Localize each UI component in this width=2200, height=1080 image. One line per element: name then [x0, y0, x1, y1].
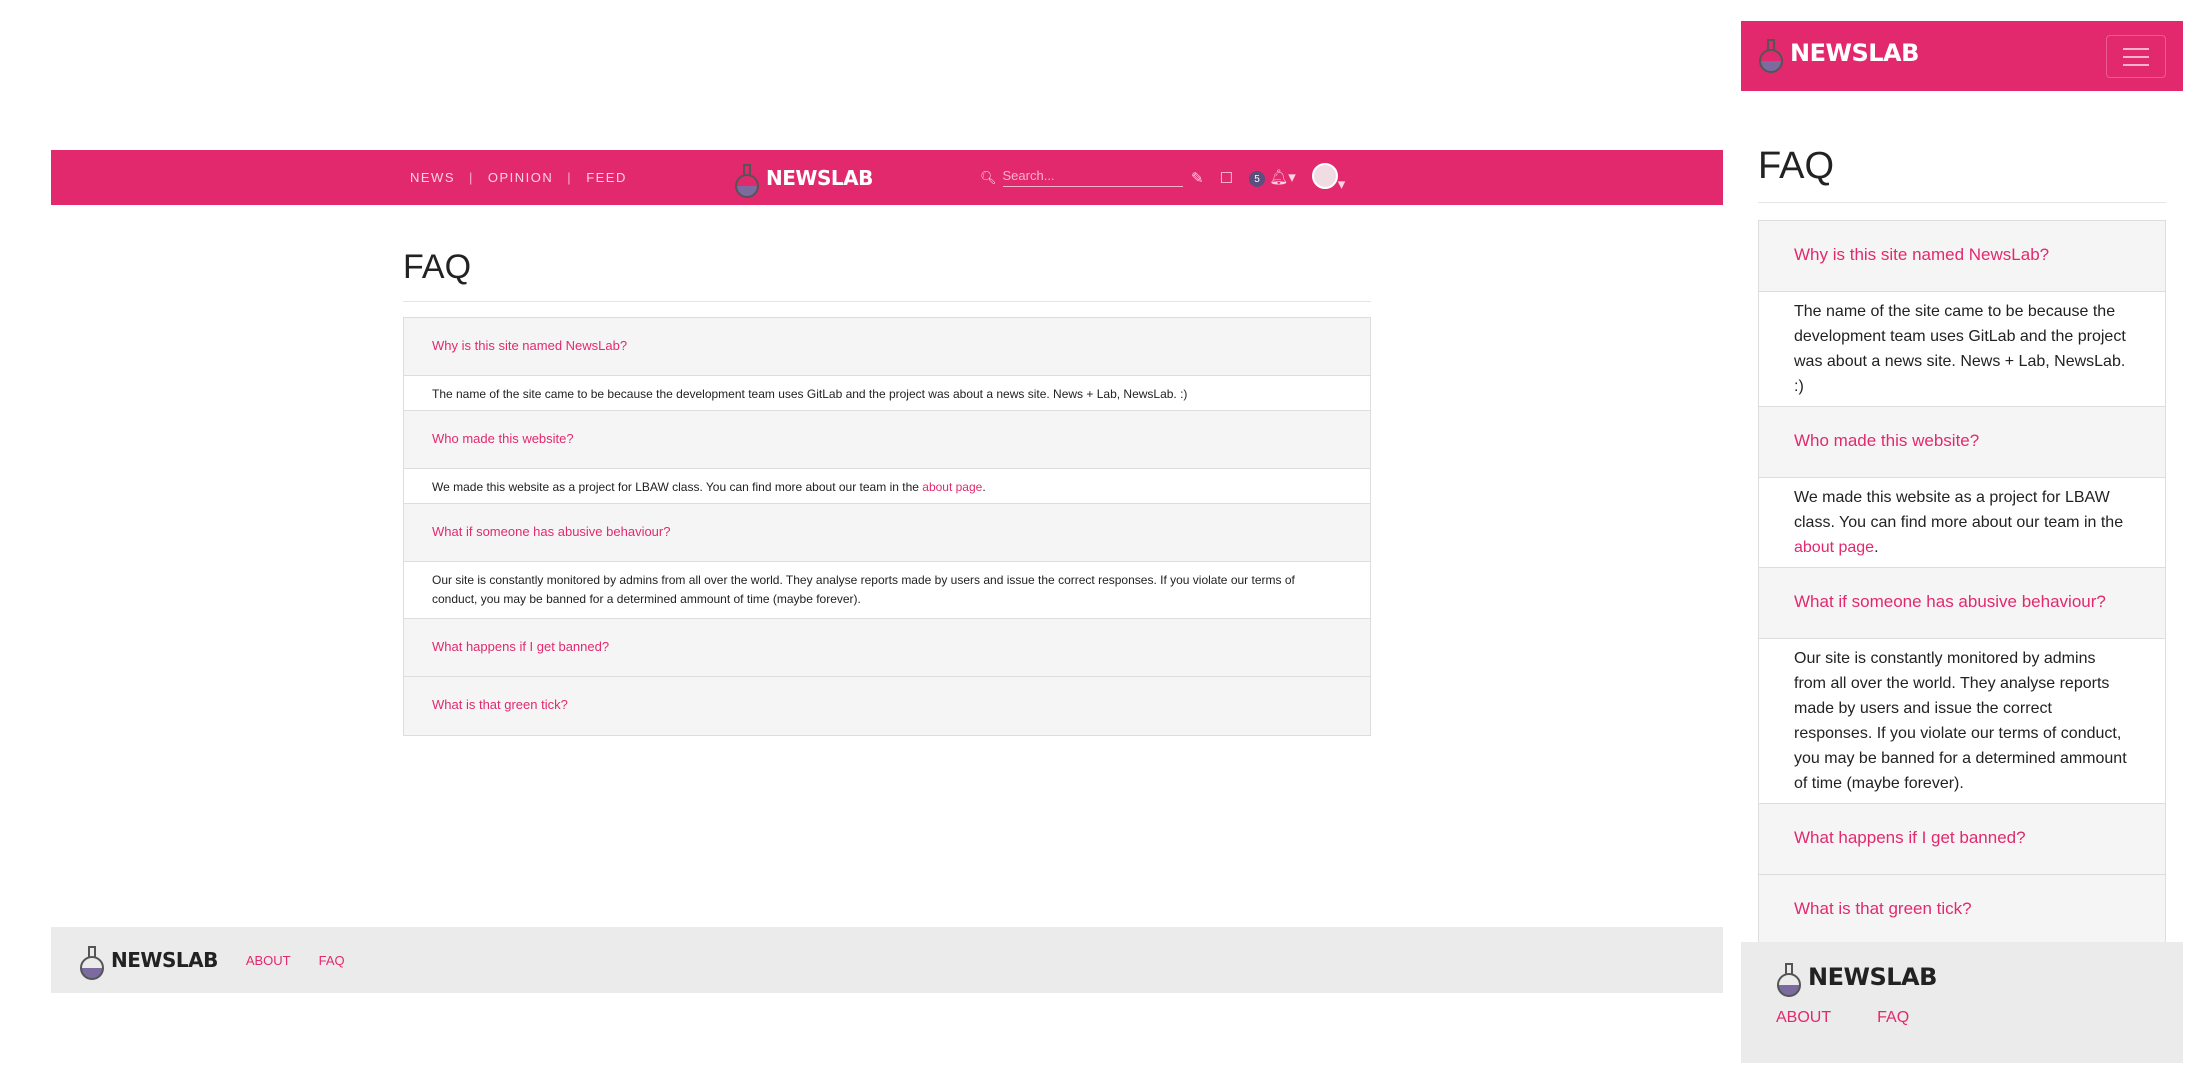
faq-question[interactable]: What is that green tick?: [1759, 875, 2165, 946]
faq-answer: The name of the site came to be because …: [404, 376, 1370, 411]
edit-icon[interactable]: ✎: [1191, 169, 1204, 187]
faq-answer: Our site is constantly monitored by admi…: [1759, 639, 2165, 804]
nav-news[interactable]: NEWS: [410, 170, 455, 185]
mobile-navbar: NEWSLAB: [1741, 21, 2183, 91]
avatar: [1311, 162, 1338, 189]
faq-answer: We made this website as a project for LB…: [404, 469, 1370, 504]
notification-badge: 5: [1249, 171, 1266, 188]
search-icon: 🔍︎: [980, 169, 997, 185]
footer-about-link[interactable]: ABOUT: [1776, 1009, 1831, 1027]
main-content: FAQ Why is this site named NewsLab? The …: [403, 248, 1371, 736]
flask-icon: [79, 940, 105, 980]
mobile-footer: NEWSLAB ABOUT FAQ: [1741, 942, 2183, 1063]
footer-faq-link[interactable]: FAQ: [1877, 1009, 1909, 1027]
page-title: FAQ: [1758, 145, 2166, 203]
logo[interactable]: NEWSLAB: [1758, 33, 1919, 73]
about-page-link[interactable]: about page: [922, 480, 982, 494]
navbar: NEWS | OPINION | FEED NEWSLAB 🔍︎ Search...…: [51, 150, 1723, 205]
logo[interactable]: NEWSLAB: [734, 158, 873, 198]
faq-question[interactable]: Why is this site named NewsLab?: [1759, 221, 2165, 292]
flask-icon: [734, 158, 760, 198]
faq-answer: We made this website as a project for LB…: [1759, 478, 2165, 568]
faq-question[interactable]: Why is this site named NewsLab?: [404, 318, 1370, 376]
faq-answer: The name of the site came to be because …: [1759, 292, 2165, 407]
mobile-main-content: FAQ Why is this site named NewsLab? The …: [1758, 145, 2166, 947]
bookmark-icon[interactable]: ☐: [1220, 169, 1233, 187]
faq-question[interactable]: What is that green tick?: [404, 677, 1370, 735]
faq-question[interactable]: Who made this website?: [1759, 407, 2165, 478]
flask-icon: [1776, 957, 1802, 997]
faq-question[interactable]: What happens if I get banned?: [1759, 804, 2165, 875]
search-input[interactable]: Search...: [1002, 168, 1183, 187]
footer-logo[interactable]: NEWSLAB: [1776, 957, 2148, 997]
flask-icon: [1758, 33, 1784, 73]
faq-question[interactable]: Who made this website?: [404, 411, 1370, 469]
faq-accordion: Why is this site named NewsLab? The name…: [403, 317, 1371, 736]
bell-icon: 🔔︎: [1269, 168, 1289, 186]
notifications-button[interactable]: 5 🔔︎▾: [1249, 168, 1296, 188]
nav-feed[interactable]: FEED: [586, 170, 627, 185]
footer-logo[interactable]: NEWSLAB: [79, 940, 218, 980]
faq-answer: Our site is constantly monitored by admi…: [404, 562, 1370, 619]
nav-opinion[interactable]: OPINION: [488, 170, 553, 185]
faq-accordion: Why is this site named NewsLab? The name…: [1758, 220, 2166, 947]
hamburger-menu-button[interactable]: [2106, 35, 2166, 78]
footer-faq-link[interactable]: FAQ: [319, 953, 345, 968]
faq-question[interactable]: What if someone has abusive behaviour?: [404, 504, 1370, 562]
faq-question[interactable]: What if someone has abusive behaviour?: [1759, 568, 2165, 639]
footer: NEWSLAB ABOUT FAQ: [51, 927, 1723, 993]
search-bar: 🔍︎ Search...: [980, 168, 1183, 187]
nav-links: NEWS | OPINION | FEED: [410, 170, 627, 185]
footer-about-link[interactable]: ABOUT: [246, 953, 291, 968]
about-page-link[interactable]: about page: [1794, 539, 1874, 556]
faq-question[interactable]: What happens if I get banned?: [404, 619, 1370, 677]
user-menu[interactable]: ▾: [1311, 162, 1345, 193]
page-title: FAQ: [403, 248, 1371, 302]
